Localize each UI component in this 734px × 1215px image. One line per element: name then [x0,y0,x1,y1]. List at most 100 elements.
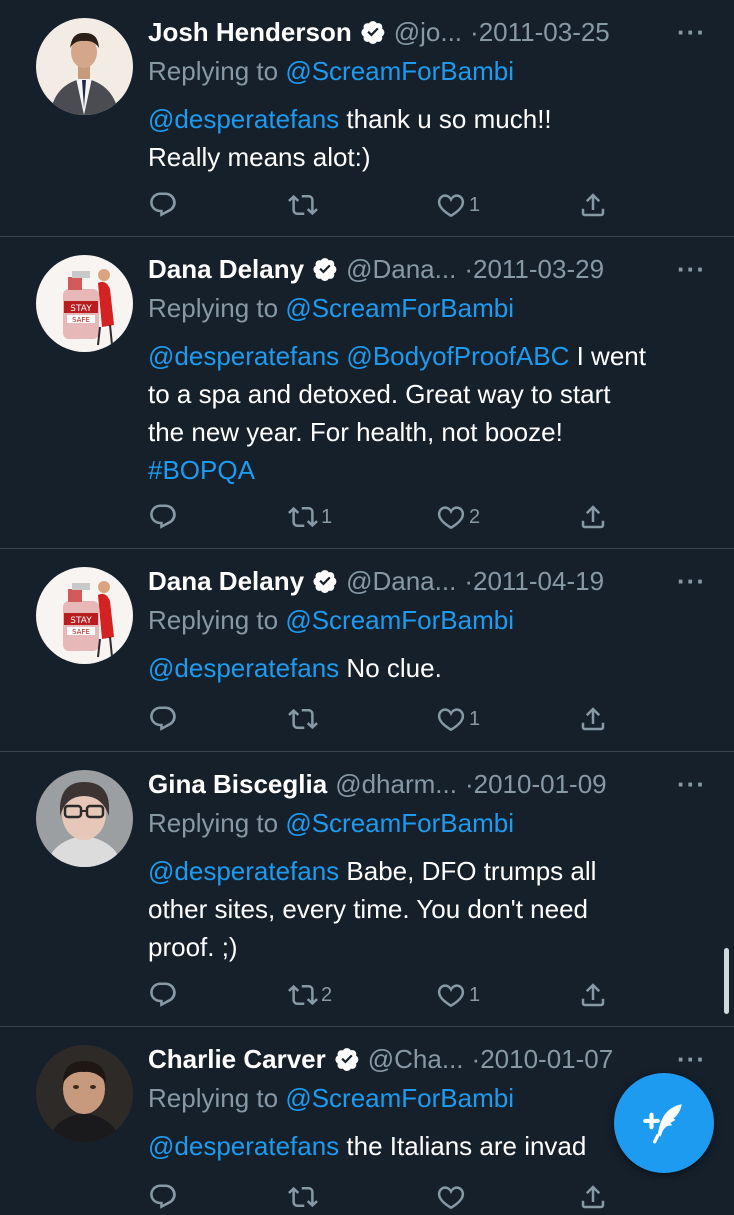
heart-icon [436,980,466,1010]
share-button[interactable] [578,499,608,535]
retweet-button[interactable] [288,701,321,737]
heart-icon [436,502,466,532]
like-button[interactable]: 1 [436,187,480,223]
mention-link[interactable]: @desperatefans [148,856,339,886]
like-button[interactable]: 1 [436,701,480,737]
tweet-header: Josh Henderson @jo... ·2011-03-25 ··· [148,14,706,50]
replying-to: Replying to @ScreamForBambi [148,605,514,635]
replying-to: Replying to @ScreamForBambi [148,293,514,323]
tweet-actions: 1 [148,187,618,223]
mention-link[interactable]: @desperatefans [148,653,339,683]
share-icon [578,1182,608,1212]
tweet-header: Gina Bisceglia @dharm... ·2010-01-09 ··· [148,766,706,802]
more-options-button[interactable]: ··· [661,1044,706,1075]
retweet-icon [288,704,318,734]
tweet-1[interactable]: Josh Henderson @jo... ·2011-03-25 ··· Re… [0,0,734,237]
share-icon [578,190,608,220]
mention-link[interactable]: @desperatefans [148,1131,339,1161]
tweet-date[interactable]: ·2010-01-09 [465,769,607,800]
retweet-count: 1 [321,505,333,528]
author-handle[interactable]: @jo... [394,17,462,48]
reply-button[interactable] [148,701,178,737]
author-name[interactable]: Dana Delany [148,254,304,285]
mention-link[interactable]: @BodyofProofABC [346,341,569,371]
replying-to-link[interactable]: @ScreamForBambi [285,605,514,635]
svg-text:SAFE: SAFE [72,316,90,324]
like-button[interactable] [436,1179,466,1215]
share-button[interactable] [578,701,608,737]
svg-text:STAY: STAY [70,616,92,626]
author-name[interactable]: Dana Delany [148,566,304,597]
mention-link[interactable]: @desperatefans [148,341,339,371]
like-count: 2 [469,505,481,528]
more-options-button[interactable]: ··· [661,17,706,48]
like-button[interactable]: 1 [436,977,480,1013]
replying-to: Replying to @ScreamForBambi [148,808,514,838]
reply-button[interactable] [148,1179,178,1215]
more-options-button[interactable]: ··· [661,254,706,285]
retweet-button[interactable] [288,1179,318,1215]
tweet-4[interactable]: Gina Bisceglia @dharm... ·2010-01-09 ···… [0,752,734,1027]
replying-to: Replying to @ScreamForBambi [148,1083,514,1113]
author-handle[interactable]: @Cha... [368,1044,464,1075]
share-button[interactable] [578,977,608,1013]
replying-to-link[interactable]: @ScreamForBambi [285,808,514,838]
share-button[interactable] [578,187,608,223]
scrollbar[interactable] [724,948,729,1014]
author-handle[interactable]: @Dana... [346,566,456,597]
share-button[interactable] [578,1179,608,1215]
compose-tweet-button[interactable] [614,1073,714,1173]
tweet-date[interactable]: ·2010-01-07 [472,1044,614,1075]
retweet-button[interactable]: 2 [288,977,332,1013]
tweet-text: @desperatefans @BodyofProofABC I went to… [148,341,646,485]
replying-to-link[interactable]: @ScreamForBambi [285,1083,514,1113]
tweet-date[interactable]: ·2011-03-29 [464,254,604,285]
retweet-icon [288,190,318,220]
share-icon [578,980,608,1010]
tweet-actions: 1 2 [148,499,618,535]
reply-button[interactable] [148,187,178,223]
reply-button[interactable] [148,977,178,1013]
replying-to-link[interactable]: @ScreamForBambi [285,56,514,86]
author-name[interactable]: Josh Henderson [148,17,352,48]
hashtag-link[interactable]: #BOPQA [148,455,255,485]
author-handle[interactable]: @Dana... [346,254,456,285]
avatar[interactable] [36,18,133,115]
reply-icon [148,502,178,532]
replying-to-link[interactable]: @ScreamForBambi [285,293,514,323]
author-name[interactable]: Gina Bisceglia [148,769,327,800]
author-name[interactable]: Charlie Carver [148,1044,326,1075]
retweet-button[interactable]: 1 [288,499,332,535]
more-options-button[interactable]: ··· [661,769,706,800]
svg-text:STAY: STAY [70,304,92,314]
tweet-header: Dana Delany @Dana... ·2011-03-29 ··· [148,251,706,287]
avatar[interactable] [36,770,133,867]
like-button[interactable]: 2 [436,499,480,535]
heart-icon [436,704,466,734]
heart-icon [436,1182,466,1212]
tweet-header: Dana Delany @Dana... ·2011-04-19 ··· [148,563,706,599]
more-options-button[interactable]: ··· [661,566,706,597]
tweet-2[interactable]: STAY SAFE Dana Delany @Dana... ·2011-03-… [0,237,734,549]
reply-icon [148,1182,178,1212]
tweet-date[interactable]: ·2011-03-25 [470,17,610,48]
mention-link[interactable]: @desperatefans [148,104,339,134]
avatar[interactable]: STAY SAFE [36,567,133,664]
retweet-count: 2 [321,983,333,1006]
verified-badge-icon [312,568,338,594]
tweet-header: Charlie Carver @Cha... ·2010-01-07 ··· [148,1041,706,1077]
retweet-icon [288,980,318,1010]
like-count: 1 [469,707,481,730]
avatar[interactable] [36,1045,133,1142]
avatar[interactable]: STAY SAFE [36,255,133,352]
author-handle[interactable]: @dharm... [335,769,457,800]
tweet-date[interactable]: ·2011-04-19 [464,566,604,597]
like-count: 1 [469,983,481,1006]
replying-to: Replying to @ScreamForBambi [148,56,514,86]
tweet-3[interactable]: STAY SAFE Dana Delany @Dana... ·2011-04-… [0,549,734,752]
tweet-text: @desperatefans Babe, DFO trumps all othe… [148,856,597,962]
verified-badge-icon [334,1046,360,1072]
reply-button[interactable] [148,499,178,535]
retweet-button[interactable] [288,187,321,223]
retweet-icon [288,1182,318,1212]
